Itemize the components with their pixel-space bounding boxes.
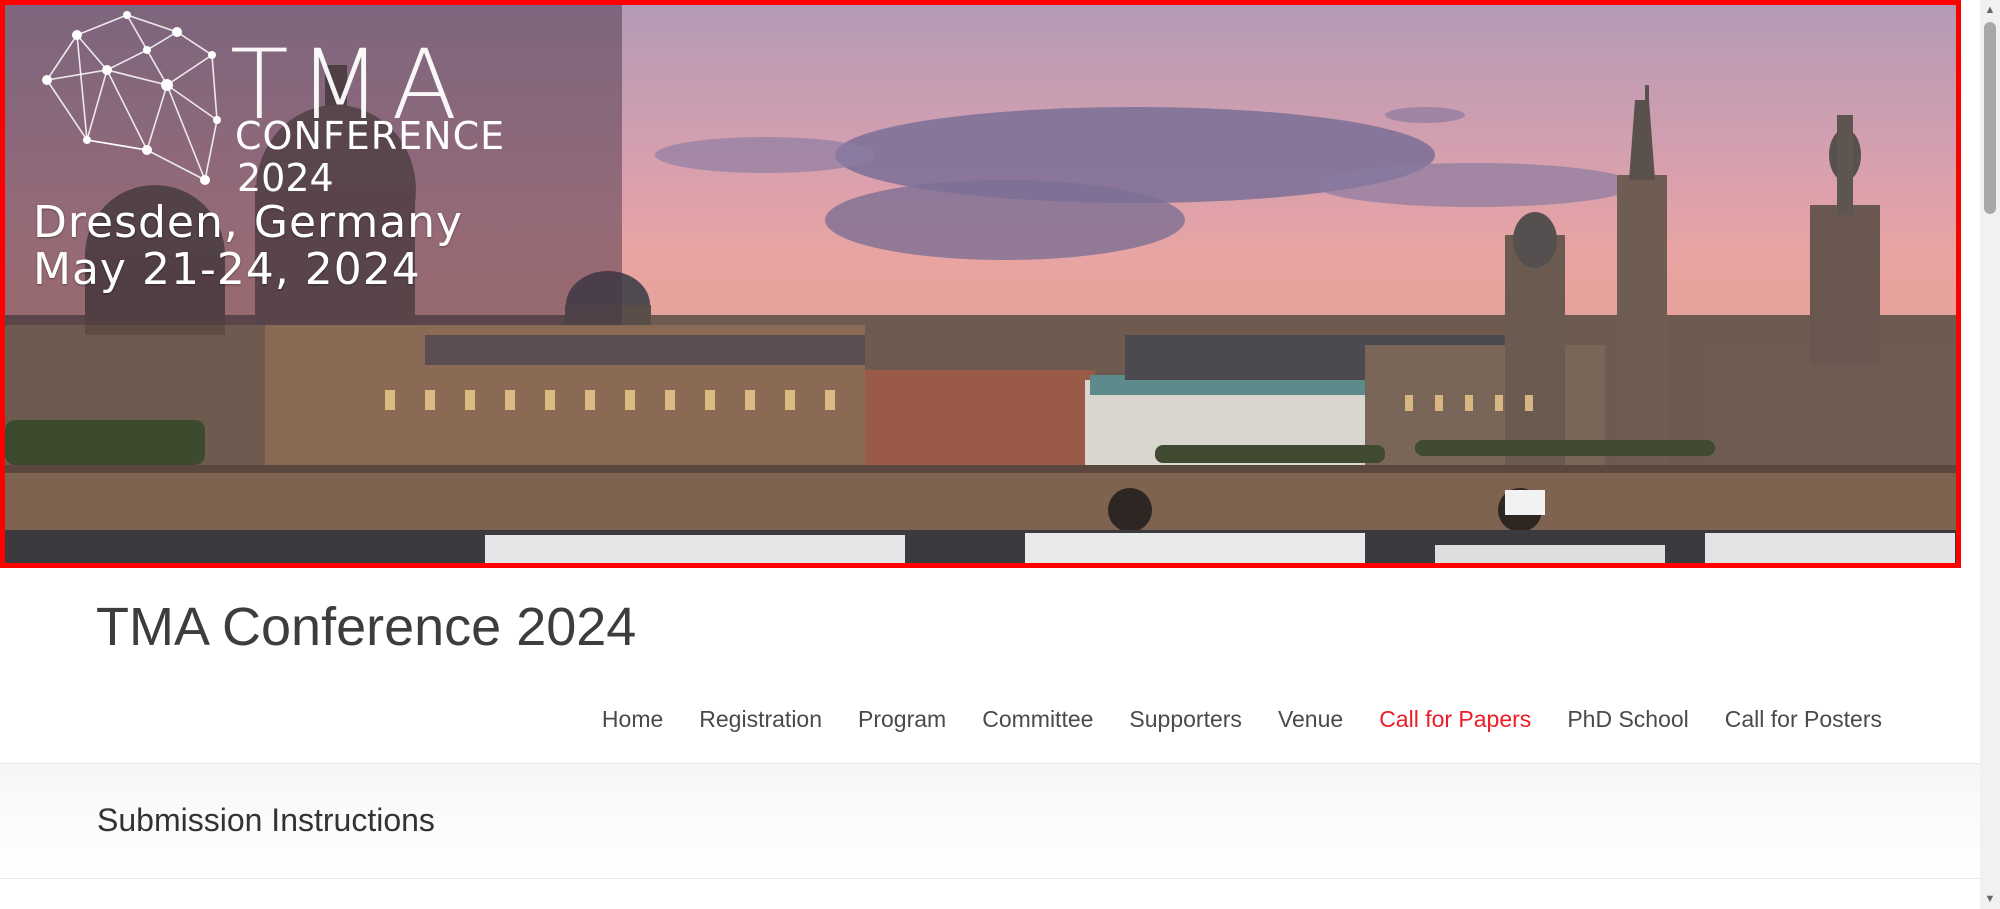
nav-item-committee[interactable]: Committee: [964, 706, 1111, 732]
vertical-scrollbar[interactable]: ▲ ▼: [1980, 0, 2000, 909]
page-title: Submission Instructions: [97, 802, 435, 838]
nav-item-phd-school[interactable]: PhD School: [1549, 706, 1706, 732]
nav-item-registration[interactable]: Registration: [681, 706, 840, 732]
nav-item-program[interactable]: Program: [840, 706, 964, 732]
nav-item-supporters[interactable]: Supporters: [1111, 706, 1260, 732]
chevron-up-icon[interactable]: ▲: [1980, 0, 2000, 20]
site-title[interactable]: TMA Conference 2024: [96, 600, 636, 654]
logo-conference-text: CONFERENCE: [235, 114, 506, 158]
nav-item-venue[interactable]: Venue: [1260, 706, 1361, 732]
network-graph-icon: [42, 11, 221, 185]
banner-city: Dresden, Germany: [33, 197, 464, 248]
nav-item-home[interactable]: Home: [584, 706, 681, 732]
main-navigation: Home Registration Program Committee Supp…: [584, 706, 1882, 732]
nav-item-call-for-papers[interactable]: Call for Papers: [1361, 706, 1549, 732]
logo-year-text: 2024: [237, 156, 334, 200]
chevron-down-icon[interactable]: ▼: [1980, 889, 2000, 909]
scrollbar-thumb[interactable]: [1984, 22, 1996, 214]
nav-item-call-for-posters[interactable]: Call for Posters: [1707, 706, 1882, 732]
page-title-band: Submission Instructions: [0, 763, 1980, 879]
logo-panel: TMA CONFERENCE 2024 Dresden, Germany May…: [5, 5, 622, 325]
header-banner[interactable]: TMA CONFERENCE 2024 Dresden, Germany May…: [0, 0, 1961, 568]
banner-dates: May 21-24, 2024: [33, 244, 421, 295]
